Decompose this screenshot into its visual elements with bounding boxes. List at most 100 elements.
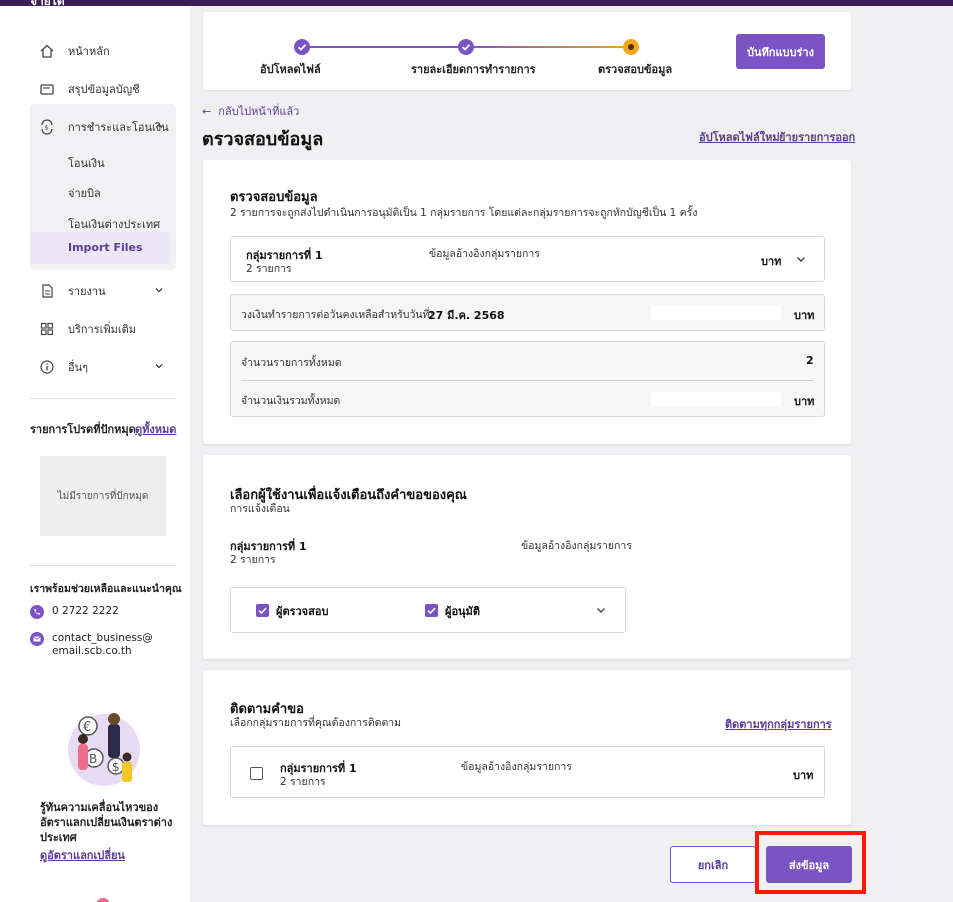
sidebar-item-others[interactable]: อื่นๆ (30, 352, 176, 382)
info-icon (38, 358, 56, 376)
track-group-count: 2 รายการ (280, 776, 326, 788)
totals-divider (241, 380, 813, 381)
sidebar-divider (30, 565, 176, 566)
back-link-text: กลับไปหน้าที่แล้ว (218, 105, 300, 118)
review-subtitle: 2 รายการจะถูกส่งไปดำเนินการอนุมัติเป็น 1… (230, 207, 698, 219)
fx-rates-link[interactable]: ดูอัตราแลกเปลี่ยน (40, 846, 125, 864)
daily-limit-date: 27 มี.ค. 2568 (428, 309, 505, 322)
fx-illustration: € B $ (64, 706, 142, 788)
group-ref: ข้อมูลอ้างอิงกลุ่มรายการ (429, 248, 540, 260)
sidebar-item-payments[interactable]: $ การชำระและโอนเงิน (30, 112, 176, 142)
notify-card: เลือกผู้ใช้งานเพื่อแจ้งเตือนถึงคำขอของคุ… (203, 455, 851, 659)
svg-text:$: $ (112, 760, 120, 774)
checker-label: ผู้ตรวจสอบ (276, 605, 329, 618)
track-amount-suffix: บาท (793, 769, 814, 782)
chevron-down-icon (154, 285, 164, 298)
daily-limit-suffix: บาท (794, 309, 815, 322)
masked-amount (651, 306, 781, 320)
step-done-check-icon (294, 39, 310, 55)
grid-icon (38, 320, 56, 338)
sidebar-item-label: บริการเพิ่มเติม (68, 323, 137, 336)
chevron-down-icon (154, 361, 164, 374)
group-amount-suffix: บาท (761, 255, 782, 268)
favorites-title: รายการโปรดที่ปักหมุด (30, 423, 136, 436)
save-draft-button[interactable]: บันทึกแบบร่าง (736, 34, 825, 69)
chevron-down-icon[interactable] (795, 253, 807, 268)
help-email-line1: contact_business@ (52, 632, 153, 644)
sidebar-item-reports[interactable]: รายงาน (30, 276, 176, 306)
notify-subtitle: การแจ้งเตือน (230, 503, 290, 515)
masked-amount (651, 392, 781, 406)
help-email[interactable]: contact_business@ email.scb.co.th (30, 632, 153, 658)
sidebar-sub-label: Import Files (68, 241, 143, 254)
wallet-icon (38, 80, 56, 98)
track-subtitle: เลือกกลุ่มรายการที่คุณต้องการติดตาม (230, 717, 402, 729)
sidebar-divider (30, 398, 176, 399)
page-title: ตรวจสอบข้อมูล (202, 129, 324, 150)
home-icon (38, 42, 56, 60)
stepper-card: อัปโหลดไฟล์ รายละเอียดการทำรายการ ตรวจสอ… (203, 12, 851, 90)
upload-new-file-link[interactable]: อัปโหลดไฟล์ใหม่ (699, 128, 780, 146)
daily-limit-label: วงเงินทำรายการต่อวันคงเหลือสำหรับวันที่: (241, 309, 433, 321)
sidebar-item-services[interactable]: บริการเพิ่มเติม (30, 314, 176, 344)
mail-icon (30, 632, 44, 646)
report-icon (38, 282, 56, 300)
sidebar-item-label: รายงาน (68, 285, 106, 298)
review-card: ตรวจสอบข้อมูล 2 รายการจะถูกส่งไปดำเนินกา… (203, 160, 851, 444)
next-promo-card (30, 886, 176, 902)
sidebar-sub-import-files[interactable]: Import Files (30, 232, 170, 264)
help-phone[interactable]: 0 2722 2222 (30, 605, 119, 619)
submit-button[interactable]: ส่งข้อมูล (766, 846, 852, 883)
track-all-link[interactable]: ติดตามทุกกลุ่มรายการ (725, 715, 832, 733)
step-done-check-icon (458, 39, 474, 55)
notify-recipients-select[interactable]: ผู้ตรวจสอบ ผู้อนุมัติ (230, 587, 626, 633)
track-group-row[interactable]: กลุ่มรายการที่ 1 2 รายการ ข้อมูลอ้างอิงก… (230, 746, 825, 798)
svg-text:B: B (89, 752, 97, 766)
help-email-line2: email.scb.co.th (52, 645, 132, 657)
sidebar-sub-transfer[interactable]: โอนเงิน (68, 154, 105, 172)
chevron-up-icon (154, 121, 164, 134)
track-card: ติดตามคำขอ เลือกกลุ่มรายการที่คุณต้องการ… (203, 670, 851, 825)
daily-limit-row: วงเงินทำรายการต่อวันคงเหลือสำหรับวันที่:… (230, 294, 825, 331)
step-connector (302, 46, 466, 48)
svg-text:€: € (83, 720, 91, 735)
notify-group-count: 2 รายการ (230, 554, 276, 566)
sidebar-item-label: อื่นๆ (68, 361, 89, 374)
move-items-out-link[interactable]: ย้ายรายการออก (779, 128, 855, 146)
phone-icon (30, 605, 44, 619)
track-group-checkbox[interactable] (250, 767, 263, 780)
sidebar-sub-bill[interactable]: จ่ายบิล (68, 184, 101, 202)
arrow-left-icon: ← (202, 105, 219, 118)
favorites-empty: ไม่มีรายการที่ปักหมุด (40, 456, 166, 536)
step-current-dot-icon (623, 39, 639, 55)
help-title: เราพร้อมช่วยเหลือและแนะนำคุณ (30, 583, 182, 595)
step-label-details: รายละเอียดการทำรายการ (411, 63, 536, 76)
group-summary-row[interactable]: กลุ่มรายการที่ 1 2 รายการ ข้อมูลอ้างอิงก… (230, 236, 825, 282)
totals-box: จำนวนรายการทั้งหมด 2 จำนวนเงินรวมทั้งหมด… (230, 341, 825, 417)
fx-promo-card: € B $ รู้ทันความเคลื่อนไหวของอัตราแลกเปล… (30, 694, 176, 870)
step-label-review: ตรวจสอบข้อมูล (598, 63, 673, 76)
chevron-down-icon[interactable] (595, 604, 607, 619)
step-connector (466, 46, 631, 48)
help-phone-text: 0 2722 2222 (52, 605, 119, 617)
checker-checkbox[interactable] (256, 604, 269, 617)
step-label-upload: อัปโหลดไฟล์ (260, 63, 321, 76)
total-amount-suffix: บาท (794, 395, 815, 408)
transfer-icon: $ (38, 118, 56, 136)
fx-promo-text: รู้ทันความเคลื่อนไหวของอัตราแลกเปลี่ยนเง… (40, 801, 173, 844)
back-link[interactable]: ← กลับไปหน้าที่แล้ว (202, 102, 299, 120)
favorites-view-all-link[interactable]: ดูทั้งหมด (135, 420, 176, 438)
sidebar-item-label: สรุปข้อมูลบัญชี (68, 83, 140, 96)
group-count: 2 รายการ (246, 263, 292, 275)
approver-checkbox[interactable] (425, 604, 438, 617)
sidebar-item-home[interactable]: หน้าหลัก (30, 36, 176, 66)
track-group-ref: ข้อมูลอ้างอิงกลุ่มรายการ (461, 761, 572, 773)
svg-text:$: $ (45, 125, 49, 132)
sidebar-item-account-summary[interactable]: สรุปข้อมูลบัญชี (30, 74, 176, 104)
total-items-label: จำนวนรายการทั้งหมด (241, 357, 342, 369)
cancel-button[interactable]: ยกเลิก (670, 846, 756, 883)
total-amount-label: จำนวนเงินรวมทั้งหมด (241, 395, 341, 407)
sidebar-sub-international[interactable]: โอนเงินต่างประเทศ (68, 215, 160, 233)
sidebar-item-label: หน้าหลัก (68, 45, 110, 58)
notify-group-ref: ข้อมูลอ้างอิงกลุ่มรายการ (521, 540, 632, 552)
